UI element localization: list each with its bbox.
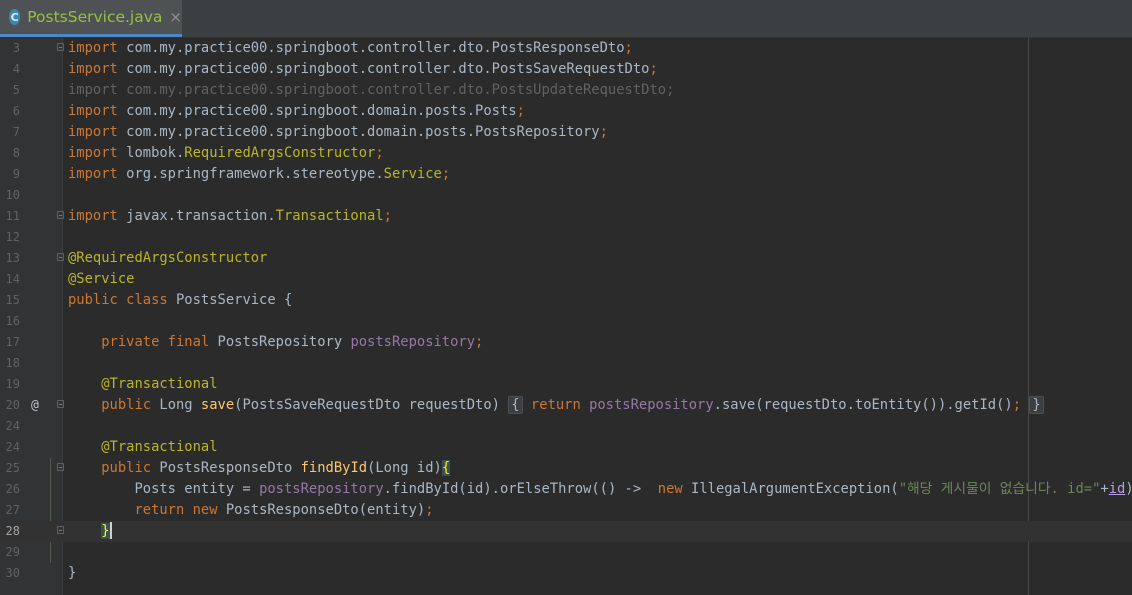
code-line: 20 @ public Long save(PostsSaveRequestDt… — [0, 395, 1132, 416]
file-tab[interactable]: C PostsService.java × — [0, 0, 182, 37]
line-number: 10 — [5, 188, 20, 202]
line-number: 9 — [12, 167, 20, 181]
code-line: 16 — [0, 311, 1132, 332]
code-line: 4 import com.my.practice00.springboot.co… — [0, 59, 1132, 80]
fold-imports-icon[interactable] — [57, 43, 64, 51]
line-number: 17 — [5, 335, 20, 349]
code-line: 15 public class PostsService { — [0, 290, 1132, 311]
code-text: import com.my.practice00.springboot.doma… — [68, 124, 608, 140]
code-editor[interactable]: 3 import com.my.practice00.springboot.co… — [0, 38, 1132, 595]
line-number: 24 — [5, 419, 20, 433]
code-line: 13 @RequiredArgsConstructor — [0, 248, 1132, 269]
line-number: 19 — [5, 377, 20, 391]
override-marker-icon[interactable]: @ — [31, 395, 39, 416]
code-line: 24 — [0, 416, 1132, 437]
code-line: 30 } — [0, 563, 1132, 584]
code-line: 6 import com.my.practice00.springboot.do… — [0, 101, 1132, 122]
code-text: import com.my.practice00.springboot.cont… — [68, 82, 675, 98]
line-number: 20 — [5, 398, 20, 412]
line-number: 5 — [12, 83, 20, 97]
fold-method-end-icon[interactable] — [57, 526, 64, 534]
code-text: import com.my.practice00.springboot.cont… — [68, 61, 658, 77]
code-text: import com.my.practice00.springboot.doma… — [68, 103, 525, 119]
code-line: 5 import com.my.practice00.springboot.co… — [0, 80, 1132, 101]
line-number: 29 — [5, 545, 20, 559]
code-line: 11 import javax.transaction.Transactiona… — [0, 206, 1132, 227]
line-number: 16 — [5, 314, 20, 328]
code-text: import com.my.practice00.springboot.cont… — [68, 40, 633, 56]
line-number: 14 — [5, 272, 20, 286]
code-text: @Transactional — [68, 376, 218, 392]
code-text: @Transactional — [68, 439, 218, 455]
line-number: 12 — [5, 230, 20, 244]
code-line: 25 public PostsResponseDto findById(Long… — [0, 458, 1132, 479]
line-number: 24 — [5, 440, 20, 454]
line-number: 27 — [5, 503, 20, 517]
line-number: 3 — [12, 41, 20, 55]
code-text: import lombok.RequiredArgsConstructor; — [68, 145, 384, 161]
code-text: import org.springframework.stereotype.Se… — [68, 166, 451, 182]
code-line: 29 — [0, 542, 1132, 563]
code-line: 26 Posts entity = postsRepository.findBy… — [0, 479, 1132, 500]
code-text: @RequiredArgsConstructor — [68, 250, 268, 266]
line-number: 6 — [12, 104, 20, 118]
text-caret — [109, 521, 112, 539]
code-line: 17 private final PostsRepository postsRe… — [0, 332, 1132, 353]
code-text: } — [68, 565, 77, 581]
code-line: 18 — [0, 353, 1132, 374]
line-number: 13 — [5, 251, 20, 265]
code-text: import javax.transaction.Transactional; — [68, 208, 392, 224]
line-number: 28 — [5, 524, 20, 538]
line-number: 7 — [12, 125, 20, 139]
code-text: Posts entity = postsRepository.findById(… — [68, 481, 1132, 497]
code-text: @Service — [68, 271, 135, 287]
code-line: 9 import org.springframework.stereotype.… — [0, 164, 1132, 185]
code-text: public PostsResponseDto findById(Long id… — [101, 460, 451, 476]
code-line: 8 import lombok.RequiredArgsConstructor; — [0, 143, 1132, 164]
line-number: 26 — [5, 482, 20, 496]
expand-folded-method-icon[interactable] — [57, 400, 64, 408]
line-number: 18 — [5, 356, 20, 370]
code-line: 14 @Service — [0, 269, 1132, 290]
code-line: 24 @Transactional — [0, 437, 1132, 458]
code-text: public Long save(PostsSaveRequestDto req… — [68, 395, 1044, 416]
code-line: 7 import com.my.practice00.springboot.do… — [0, 122, 1132, 143]
code-line: 3 import com.my.practice00.springboot.co… — [0, 38, 1132, 59]
code-text: return new PostsResponseDto(entity); — [134, 502, 434, 518]
code-line-current: 28 } — [0, 521, 1132, 542]
editor-tab-bar: C PostsService.java × — [0, 0, 1132, 38]
code-text: } — [101, 521, 112, 539]
line-number: 8 — [12, 146, 20, 160]
code-line: 27 return new PostsResponseDto(entity); — [0, 500, 1132, 521]
code-line: 12 — [0, 227, 1132, 248]
line-number: 30 — [5, 566, 20, 580]
line-number: 4 — [12, 62, 20, 76]
fold-method-icon[interactable] — [57, 463, 64, 471]
fold-imports-end-icon[interactable] — [57, 211, 64, 219]
code-line: 19 @Transactional — [0, 374, 1132, 395]
code-text: public class PostsService { — [68, 292, 293, 308]
line-number: 11 — [5, 209, 20, 223]
line-number: 15 — [5, 293, 20, 307]
code-line: 10 — [0, 185, 1132, 206]
line-number: 25 — [5, 461, 20, 475]
file-tab-label: PostsService.java — [27, 8, 163, 26]
code-text: private final PostsRepository postsRepos… — [101, 334, 484, 350]
java-class-icon: C — [9, 9, 21, 25]
fold-class-icon[interactable] — [57, 253, 64, 261]
close-tab-icon[interactable]: × — [169, 8, 182, 26]
